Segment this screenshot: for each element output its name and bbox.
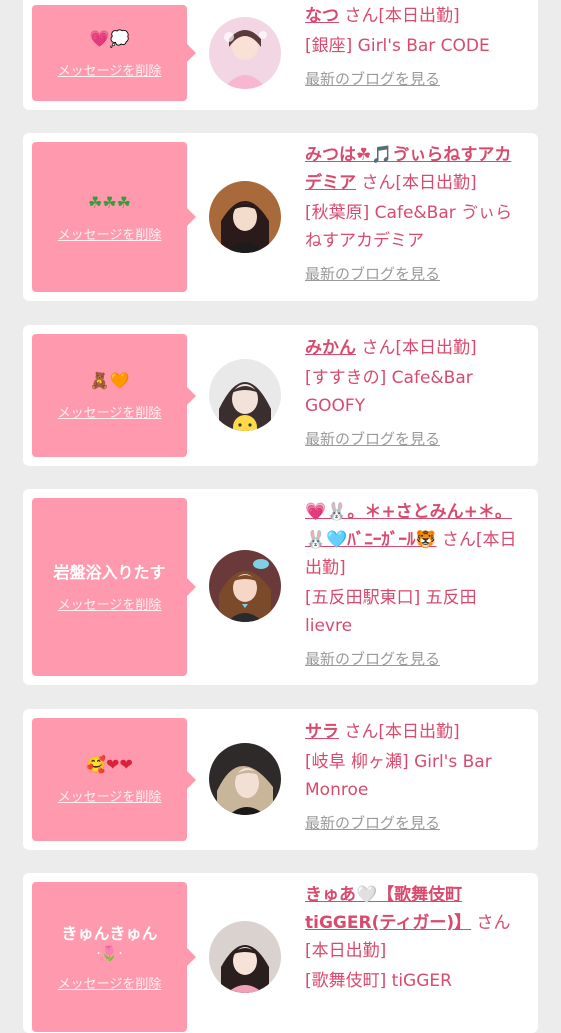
blog-link[interactable]: 最新のブログを見る	[305, 812, 527, 834]
message-text-main: きゅんきゅん	[61, 923, 158, 943]
message-card: 岩盤浴入りたす メッセージを削除 💗🐰。＊+さとみん+＊。🐰🩵ﾊﾞﾆｰｶﾞｰﾙ🐯…	[23, 489, 538, 685]
delete-message-link[interactable]: メッセージを削除	[58, 60, 162, 79]
shop-name: [銀座] Girl's Bar CODE	[305, 36, 490, 56]
avatar[interactable]	[209, 550, 281, 622]
delete-message-link[interactable]: メッセージを削除	[58, 786, 162, 805]
message-text: 🥰❤❤	[86, 755, 133, 774]
message-text: 岩盤浴入りたす	[53, 562, 166, 582]
profile-info: サラ さん[本日出勤] [岐阜 柳ヶ瀬] Girl's Bar Monroe 最…	[305, 718, 527, 834]
avatar[interactable]	[209, 921, 281, 993]
message-text: 🧸🧡	[89, 371, 130, 390]
profile-info: みかん さん[本日出勤] [すすきの] Cafe&Bar GOOFY 最新のブロ…	[305, 334, 527, 450]
message-text: きゅんきゅん ·🌷·	[61, 923, 157, 963]
profile-info: きゅあ🤍【歌舞伎町tiGGER(ティガー)】 さん[本日出勤] [歌舞伎町] t…	[305, 881, 527, 995]
blog-link[interactable]: 最新のブログを見る	[305, 68, 527, 90]
shop-name: [五反田駅東口] 五反田 lievre	[305, 588, 477, 636]
profile-name-link[interactable]: きゅあ🤍【歌舞伎町tiGGER(ティガー)】	[305, 885, 471, 933]
shop-name: [すすきの] Cafe&Bar GOOFY	[305, 368, 473, 416]
delete-message-link[interactable]: メッセージを削除	[58, 973, 162, 992]
blog-link[interactable]: 最新のブログを見る	[305, 263, 527, 285]
message-text-sub: ·🌷·	[96, 945, 123, 962]
shop-name: [秋葉原] Cafe&Bar ゔぃらねすアカデミア	[305, 203, 513, 251]
message-card: 🧸🧡 メッセージを削除 みかん さん[本日出勤] [すすきの] Cafe&Bar…	[23, 325, 538, 466]
delete-message-link[interactable]: メッセージを削除	[58, 594, 162, 613]
profile-info: 💗🐰。＊+さとみん+＊。🐰🩵ﾊﾞﾆｰｶﾞｰﾙ🐯 さん[本日出勤] [五反田駅東口…	[305, 498, 527, 670]
avatar[interactable]	[209, 743, 281, 815]
profile-name-link[interactable]: なつ	[305, 6, 339, 26]
profile-info: みつは☘🎵ゔぃらねすアカデミア さん[本日出勤] [秋葉原] Cafe&Bar …	[305, 141, 527, 285]
profile-info: なつ さん[本日出勤] [銀座] Girl's Bar CODE 最新のブログを…	[305, 2, 527, 90]
shop-name: [岐阜 柳ヶ瀬] Girl's Bar Monroe	[305, 752, 492, 800]
message-text: ☘☘☘	[87, 192, 132, 212]
profile-name-link[interactable]: みかん	[305, 338, 356, 358]
message-bubble: 🧸🧡 メッセージを削除	[32, 334, 196, 457]
profile-name-link[interactable]: サラ	[305, 722, 339, 742]
delete-message-link[interactable]: メッセージを削除	[58, 224, 162, 243]
message-card: ☘☘☘ メッセージを削除 みつは☘🎵ゔぃらねすアカデミア さん[本日出勤] [秋…	[23, 133, 538, 301]
message-bubble: ☘☘☘ メッセージを削除	[32, 142, 196, 292]
blog-link[interactable]: 最新のブログを見る	[305, 648, 527, 670]
message-bubble: きゅんきゅん ·🌷· メッセージを削除	[32, 882, 196, 1032]
message-bubble: 岩盤浴入りたす メッセージを削除	[32, 498, 196, 676]
message-card: 🥰❤❤ メッセージを削除 サラ さん[本日出勤] [岐阜 柳ヶ瀬] Girl's…	[23, 709, 538, 850]
attendance-label: さん[本日出勤]	[361, 338, 477, 358]
avatar[interactable]	[209, 181, 281, 253]
avatar[interactable]	[209, 17, 281, 89]
message-card: きゅんきゅん ·🌷· メッセージを削除 きゅあ🤍【歌舞伎町tiGGER(ティガー…	[23, 873, 538, 1033]
message-feed: 💗💭 メッセージを削除 なつ さん[本日出勤] [銀座] Girl's Bar …	[0, 0, 561, 1033]
message-bubble: 💗💭 メッセージを削除	[32, 5, 196, 101]
attendance-label: さん[本日出勤]	[344, 6, 460, 26]
message-text: 💗💭	[89, 28, 130, 48]
shop-name: [歌舞伎町] tiGGER	[305, 971, 452, 991]
attendance-label: さん[本日出勤]	[344, 722, 460, 742]
attendance-label: さん[本日出勤]	[361, 173, 477, 193]
delete-message-link[interactable]: メッセージを削除	[58, 402, 162, 421]
message-bubble: 🥰❤❤ メッセージを削除	[32, 718, 196, 841]
message-card: 💗💭 メッセージを削除 なつ さん[本日出勤] [銀座] Girl's Bar …	[23, 0, 538, 110]
avatar[interactable]	[209, 359, 281, 431]
blog-link[interactable]: 最新のブログを見る	[305, 428, 527, 450]
